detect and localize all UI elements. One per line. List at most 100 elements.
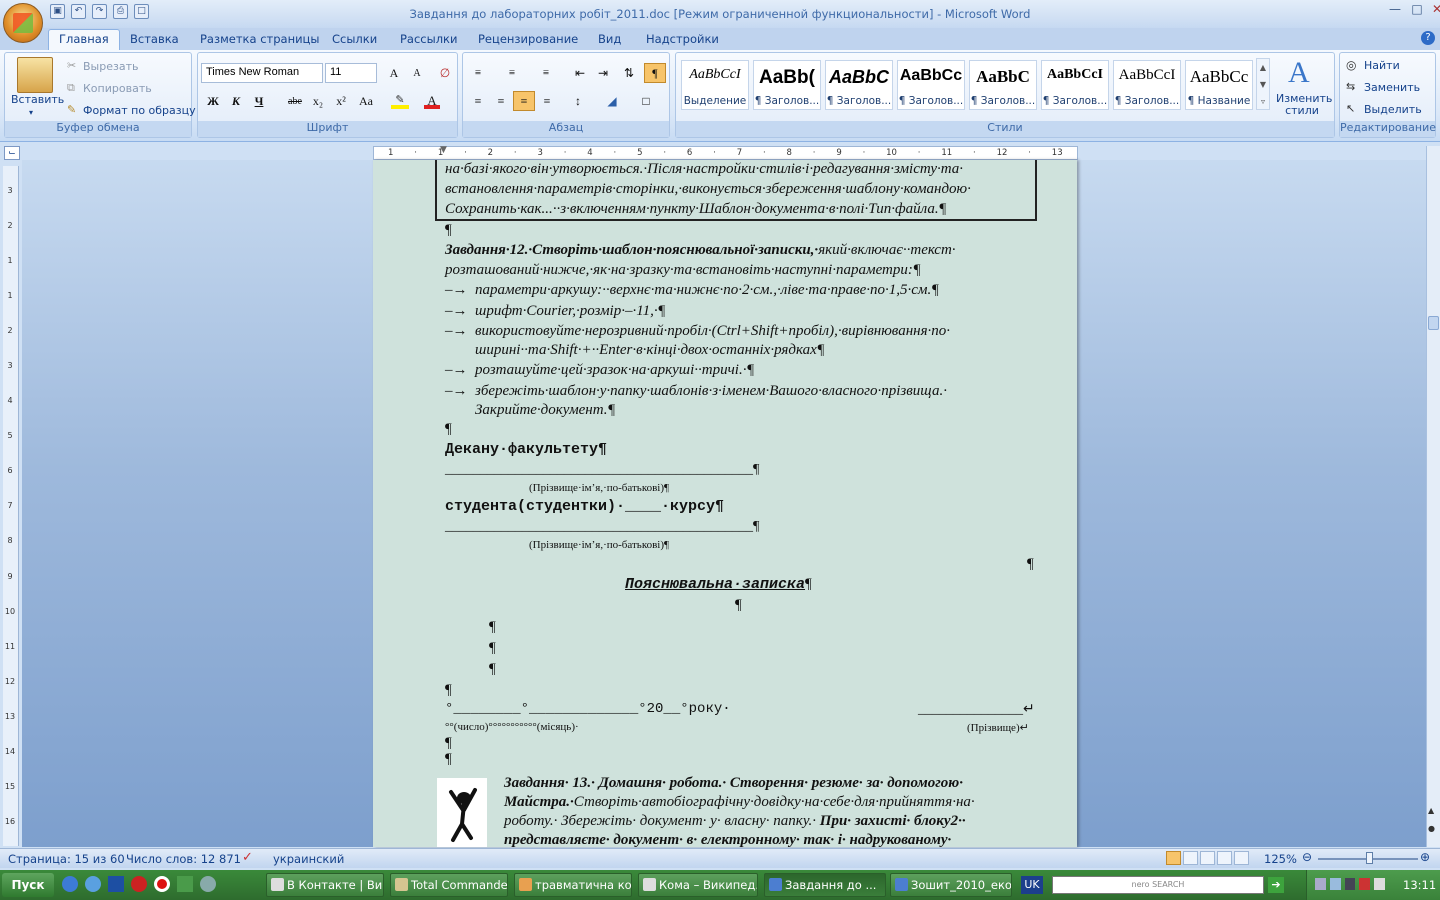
- page-counter[interactable]: Страница: 15 из 60: [8, 852, 125, 866]
- ie-icon[interactable]: [62, 876, 78, 892]
- horizontal-ruler[interactable]: 1 · 1 · 2 · 3 · 4 · 5 · 6 · 7 · 8 · 9 · 10 · 11 · 12 · 13 ▼: [373, 145, 1078, 160]
- zoom-level[interactable]: 125%: [1264, 852, 1297, 866]
- maximize-button[interactable]: □: [1406, 2, 1428, 18]
- redo-icon[interactable]: ↷: [92, 4, 107, 19]
- tab-selector[interactable]: ⌙: [4, 146, 20, 160]
- taskbar-item-zoshyt[interactable]: Зошит_2010_еко...: [890, 873, 1012, 897]
- save-icon[interactable]: ▣: [50, 4, 65, 19]
- help-icon[interactable]: ?: [1421, 31, 1435, 45]
- style-emphasis[interactable]: AaBbCcI Выделение: [681, 60, 749, 110]
- shading-icon[interactable]: ◢: [601, 91, 623, 111]
- sync-icon[interactable]: [1329, 878, 1341, 890]
- change-case-button[interactable]: Aa: [355, 91, 377, 111]
- styles-scroll[interactable]: ▲ ▼ ▿: [1256, 58, 1270, 110]
- proofing-icon[interactable]: ✓: [242, 850, 253, 865]
- decrease-indent-icon[interactable]: ⇤: [569, 63, 591, 83]
- antivirus-icon[interactable]: [1359, 878, 1371, 890]
- grow-font-icon[interactable]: A: [383, 63, 405, 83]
- bullets-icon[interactable]: ≡: [467, 63, 489, 83]
- copy-button[interactable]: Копировать: [83, 82, 152, 95]
- language-indicator[interactable]: украинский: [273, 852, 344, 866]
- minimize-button[interactable]: —: [1384, 2, 1406, 18]
- strikethrough-button[interactable]: abe: [284, 91, 306, 111]
- line-spacing-icon[interactable]: ↕: [567, 91, 589, 111]
- tab-view[interactable]: Вид: [588, 30, 631, 50]
- go-icon[interactable]: ➔: [1268, 877, 1284, 893]
- word-count[interactable]: Число слов: 12 871: [126, 852, 241, 866]
- new-document-icon[interactable]: □: [134, 4, 149, 19]
- opera-icon[interactable]: [154, 876, 170, 892]
- style-title[interactable]: AaBbCc ¶ Название: [1185, 60, 1253, 110]
- style-heading-5[interactable]: AaBbCcI ¶ Заголов...: [1041, 60, 1109, 110]
- italic-button[interactable]: К: [225, 91, 247, 111]
- align-right-icon[interactable]: ≡: [513, 91, 535, 111]
- monitor-icon[interactable]: [1344, 878, 1356, 890]
- font-color-icon[interactable]: A: [424, 93, 440, 109]
- close-button[interactable]: ✕: [1426, 2, 1440, 18]
- volume-icon[interactable]: [1374, 878, 1385, 890]
- cut-button[interactable]: Вырезать: [83, 60, 138, 73]
- tab-review[interactable]: Рецензирование: [468, 30, 588, 50]
- numbering-icon[interactable]: ≡: [501, 63, 523, 83]
- highlight-icon[interactable]: ✎: [391, 93, 409, 109]
- tab-addins[interactable]: Надстройки: [636, 30, 729, 50]
- taskbar-item-trauma[interactable]: травматична ко...: [514, 873, 632, 897]
- vertical-scrollbar[interactable]: ▲ ●: [1426, 146, 1440, 847]
- print-icon[interactable]: ⎙: [113, 4, 128, 19]
- change-styles-button[interactable]: Изменить стили: [1276, 93, 1332, 117]
- superscript-button[interactable]: x²: [330, 91, 352, 111]
- undo-icon[interactable]: ↶: [71, 4, 86, 19]
- select-button[interactable]: Выделить: [1364, 103, 1422, 116]
- zoom-out-icon[interactable]: ⊖: [1302, 850, 1312, 864]
- multilevel-list-icon[interactable]: ≡: [535, 63, 557, 83]
- align-center-icon[interactable]: ≡: [490, 91, 512, 111]
- style-heading-4[interactable]: AaBbC ¶ Заголов...: [969, 60, 1037, 110]
- print-layout-icon[interactable]: [1166, 851, 1181, 865]
- clear-format-icon[interactable]: ∅: [434, 63, 456, 83]
- clipart-image[interactable]: [437, 778, 487, 847]
- draft-icon[interactable]: [1234, 851, 1249, 865]
- justify-icon[interactable]: ≡: [536, 91, 558, 111]
- document-page[interactable]: на·базі·якого·він·утворюється.·Після·нас…: [373, 160, 1077, 847]
- office-button[interactable]: [3, 3, 43, 43]
- align-left-icon[interactable]: ≡: [467, 91, 489, 111]
- underline-button[interactable]: Ч: [248, 91, 270, 111]
- subscript-button[interactable]: x₂: [307, 91, 329, 111]
- taskbar-item-total-commander[interactable]: Total Commander...: [390, 873, 508, 897]
- stop-icon[interactable]: [131, 876, 147, 892]
- format-painter-button[interactable]: Формат по образцу: [83, 104, 196, 117]
- prev-page-icon[interactable]: ▲: [1428, 806, 1434, 815]
- bold-button[interactable]: Ж: [202, 91, 224, 111]
- start-button[interactable]: Пуск: [2, 873, 54, 897]
- sort-icon[interactable]: ⇅: [618, 63, 640, 83]
- style-heading-2[interactable]: AaBbC ¶ Заголов...: [825, 60, 893, 110]
- browser-icon[interactable]: [85, 876, 101, 892]
- scroll-thumb[interactable]: [1428, 316, 1439, 330]
- font-size-combo[interactable]: 11: [325, 63, 377, 83]
- outline-icon[interactable]: [1217, 851, 1232, 865]
- tab-mailings[interactable]: Рассылки: [390, 30, 467, 50]
- find-button[interactable]: Найти: [1364, 59, 1400, 72]
- zoom-in-icon[interactable]: ⊕: [1420, 850, 1430, 864]
- tab-page-layout[interactable]: Разметка страницы: [190, 30, 329, 50]
- full-screen-icon[interactable]: [1183, 851, 1198, 865]
- app-icon[interactable]: [177, 876, 193, 892]
- zoom-thumb[interactable]: [1366, 852, 1373, 864]
- font-name-combo[interactable]: Times New Roman: [201, 63, 323, 83]
- tab-insert[interactable]: Вставка: [120, 30, 189, 50]
- language-bar[interactable]: UK: [1021, 876, 1043, 894]
- web-layout-icon[interactable]: [1200, 851, 1215, 865]
- style-heading-3[interactable]: AaBbCc ¶ Заголов...: [897, 60, 965, 110]
- browse-object-icon[interactable]: ●: [1428, 824, 1435, 833]
- indent-marker[interactable]: ▼: [440, 145, 447, 155]
- increase-indent-icon[interactable]: ⇥: [592, 63, 614, 83]
- tab-home[interactable]: Главная: [48, 29, 120, 51]
- disk-icon[interactable]: [108, 876, 124, 892]
- taskbar-item-word-active[interactable]: Завдання до ...: [764, 873, 886, 897]
- taskbar-item-wikipedia[interactable]: Кома – Википед...: [638, 873, 758, 897]
- paste-button[interactable]: Вставить: [11, 93, 64, 106]
- network-icon[interactable]: [1315, 878, 1326, 890]
- style-heading-6[interactable]: AaBbCcI ¶ Заголов...: [1113, 60, 1181, 110]
- taskbar-item-vkontakte[interactable]: В Контакте | Вик...: [266, 873, 384, 897]
- borders-icon[interactable]: □: [635, 91, 657, 111]
